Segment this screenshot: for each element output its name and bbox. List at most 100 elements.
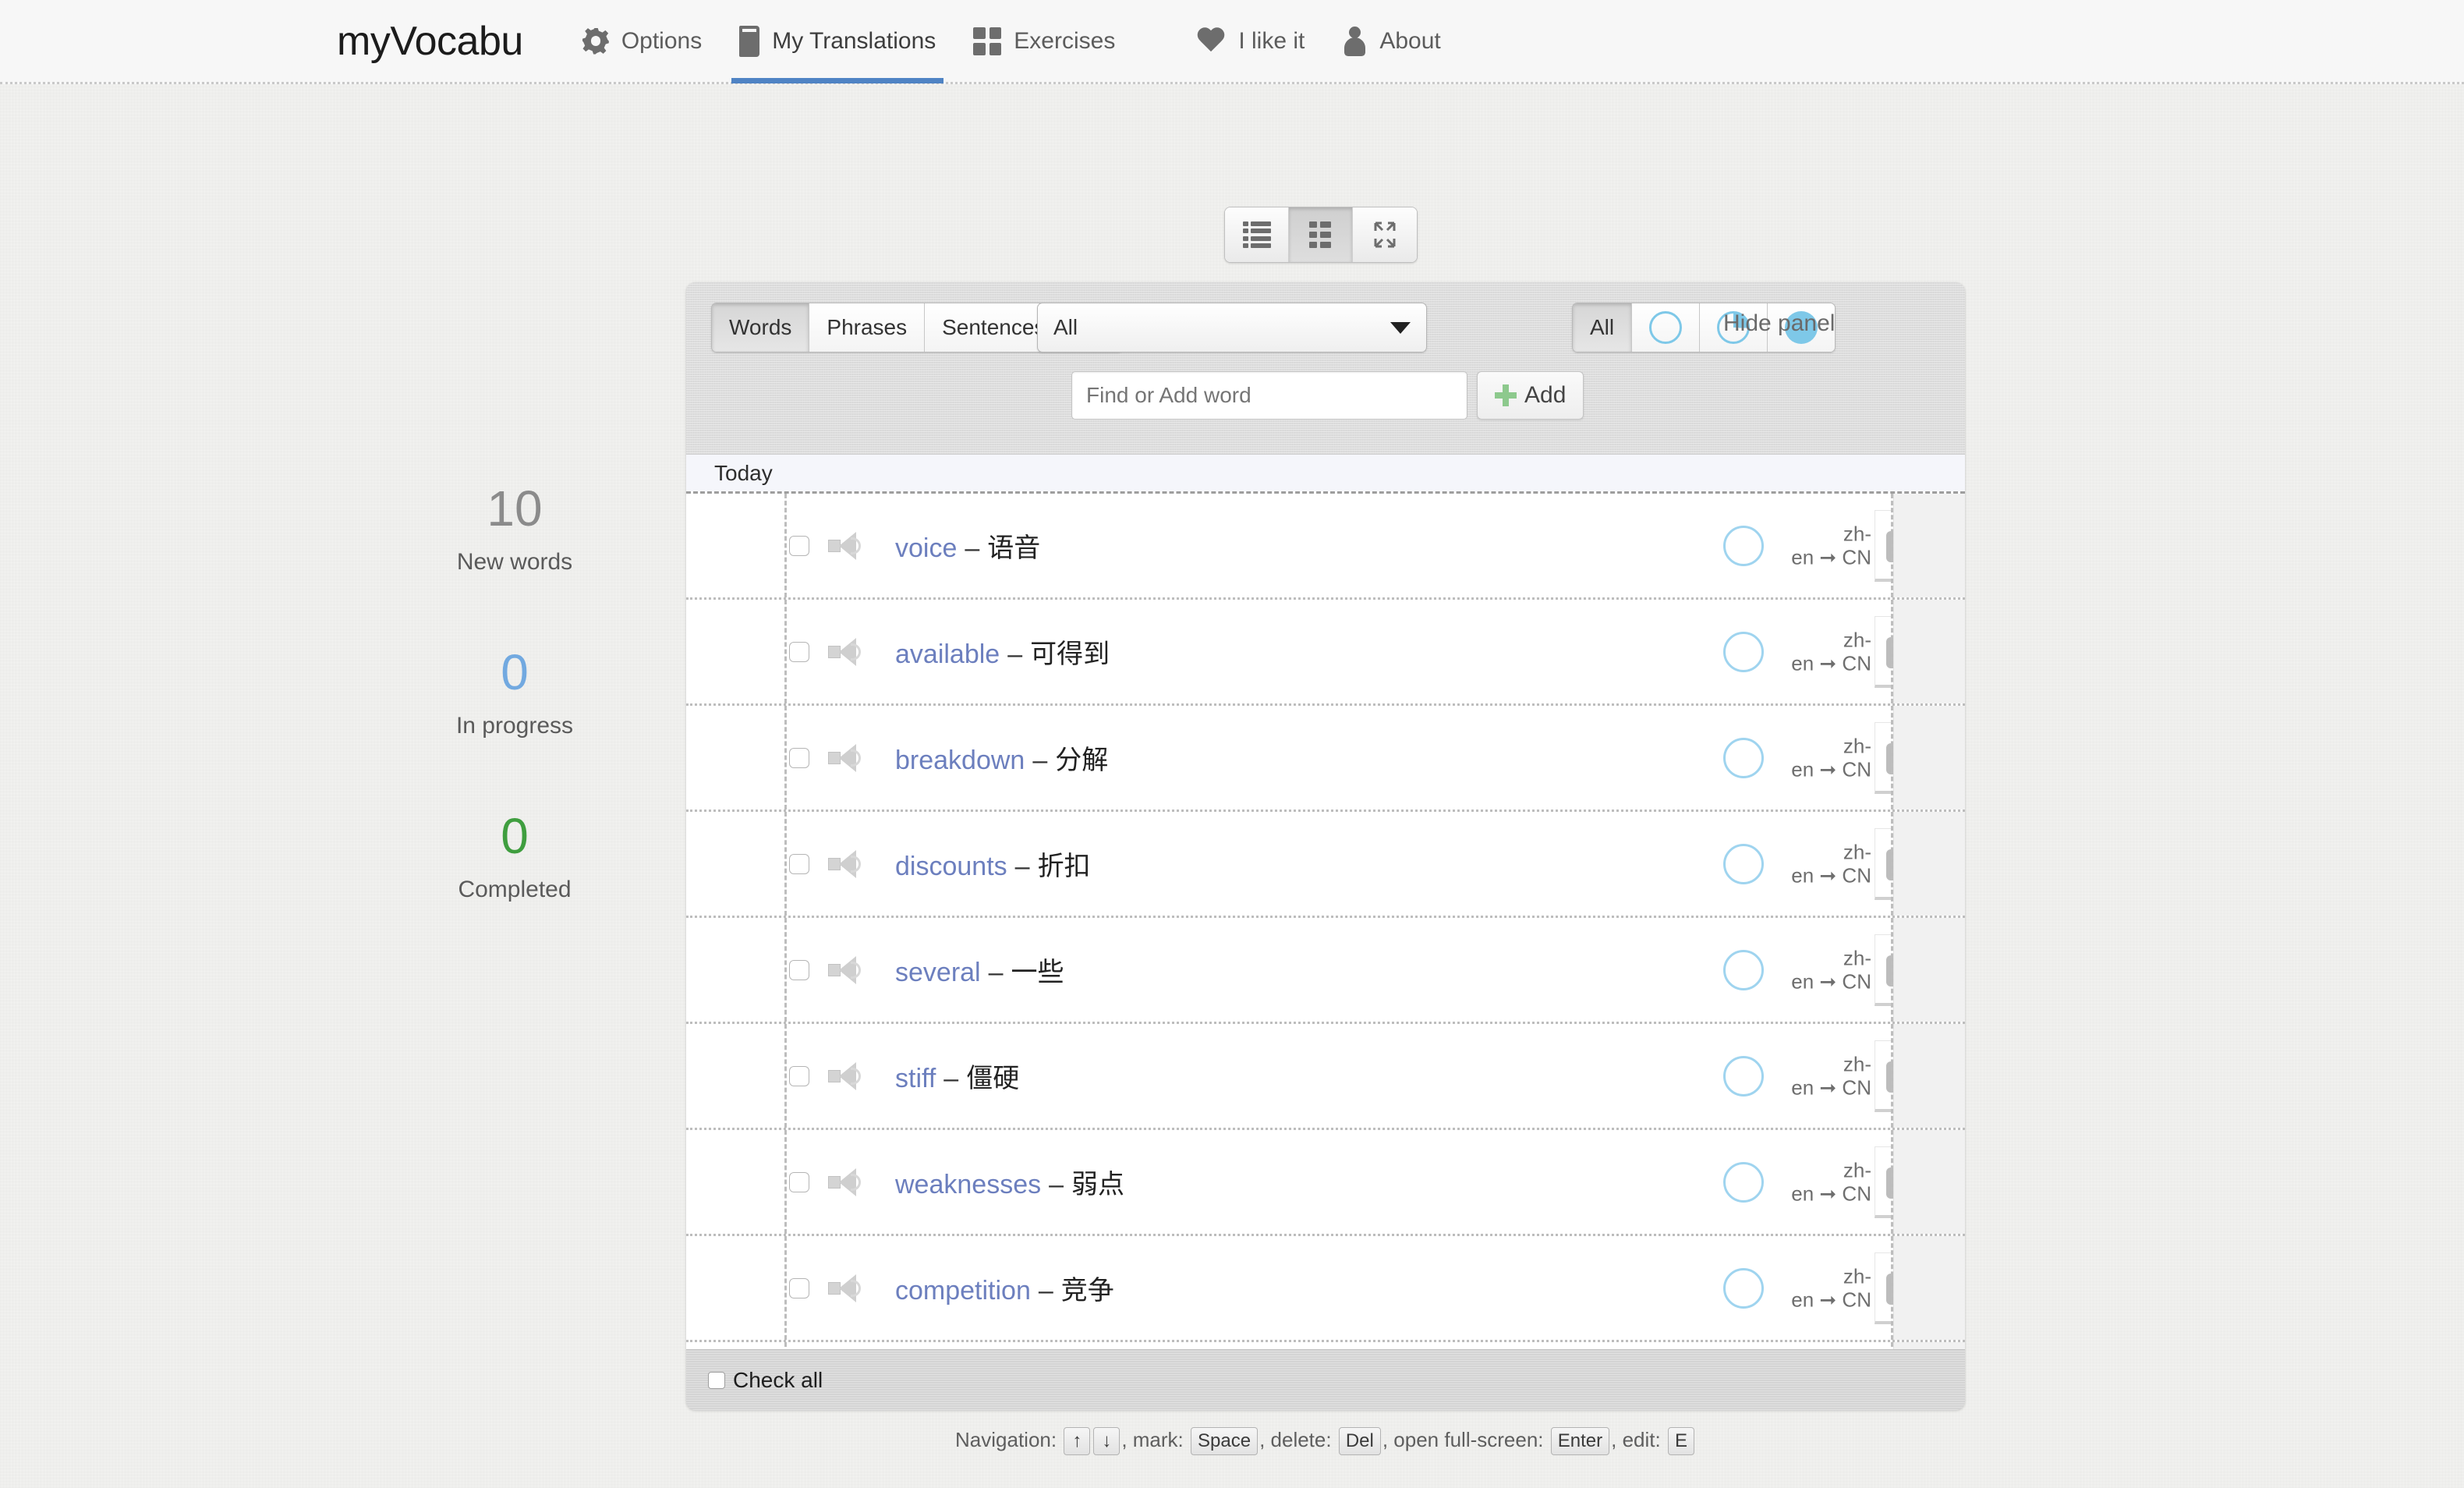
row-checkbox[interactable] — [789, 1277, 809, 1298]
row-progress-circle[interactable] — [1723, 525, 1764, 566]
key-arrow-up[interactable]: ↑ — [1064, 1427, 1091, 1455]
speaker-icon[interactable] — [828, 530, 862, 562]
row-word[interactable]: available — [895, 639, 1000, 670]
row-progress-circle[interactable] — [1723, 631, 1764, 672]
row-lang-from: zh- — [1843, 733, 1871, 757]
table-row[interactable] — [686, 1342, 1965, 1349]
row-checkbox[interactable] — [789, 959, 809, 980]
row-progress-circle[interactable] — [1723, 949, 1764, 990]
status-filter-new[interactable] — [1632, 303, 1701, 352]
speaker-icon[interactable] — [828, 955, 862, 986]
table-row[interactable]: discounts – 折扣 zh-en ➞ CN — [686, 812, 1965, 918]
row-checkbox[interactable] — [789, 1065, 809, 1086]
row-word[interactable]: several — [895, 958, 981, 988]
row-word-group: stiff – 僵硬 — [895, 1057, 1019, 1095]
table-row[interactable]: several – 一些 zh-en ➞ CN — [686, 918, 1965, 1024]
row-lang-from: zh- — [1843, 627, 1871, 651]
search-input[interactable] — [1071, 371, 1467, 420]
row-lang-pair-line: en ➞ CN — [1791, 1075, 1871, 1100]
list-view-icon — [1242, 221, 1271, 248]
row-word[interactable]: discounts — [895, 852, 1007, 882]
row-word[interactable]: weaknesses — [895, 1170, 1041, 1200]
status-filter-all[interactable]: All — [1573, 303, 1633, 352]
nav-item-exercises[interactable]: Exercises — [954, 0, 1134, 83]
row-progress-circle[interactable] — [1723, 1267, 1764, 1309]
app-brand[interactable]: myVocabu — [337, 18, 523, 65]
stat-value: 10 — [487, 480, 543, 537]
speaker-icon[interactable] — [828, 636, 862, 668]
row-lang-pair-line: en ➞ CN — [1791, 651, 1871, 675]
grid-icon — [973, 27, 1002, 55]
speaker-icon[interactable] — [828, 1061, 862, 1092]
nav-item-label: Exercises — [1014, 27, 1116, 54]
row-checkbox[interactable] — [789, 1171, 809, 1192]
table-row[interactable]: available – 可得到 zh-en ➞ CN — [686, 600, 1965, 706]
row-dash: – — [965, 533, 980, 563]
nav-item-options[interactable]: Options — [564, 0, 720, 83]
row-progress-circle[interactable] — [1723, 1055, 1764, 1097]
row-translation: 语音 — [987, 533, 1041, 563]
row-word[interactable]: voice — [895, 533, 957, 564]
stat-value: 0 — [501, 644, 529, 700]
table-row[interactable]: stiff – 僵硬 zh-en ➞ CN — [686, 1024, 1965, 1130]
translations-panel: Words Phrases Sentences All All All — [686, 282, 1965, 1410]
speaker-icon[interactable] — [828, 849, 862, 880]
table-row[interactable]: voice – 语音 zh-en ➞ CN — [686, 494, 1965, 600]
check-all-bar: Check all — [686, 1349, 1965, 1410]
add-button[interactable]: Add — [1477, 371, 1584, 420]
nav-item-my-translations[interactable]: My Translations — [720, 0, 954, 83]
row-progress-circle[interactable] — [1723, 1161, 1764, 1203]
table-row[interactable]: weaknesses – 弱点 zh-en ➞ CN — [686, 1130, 1965, 1236]
row-word-group: available – 可得到 — [895, 632, 1110, 671]
row-progress-circle[interactable] — [1723, 843, 1764, 884]
row-language-pair: zh-en ➞ CN — [1778, 522, 1871, 569]
stat-in-progress: 0 In progress — [382, 647, 647, 739]
row-word-group: voice – 语音 — [895, 526, 1040, 565]
row-checkbox[interactable] — [789, 641, 809, 662]
row-word[interactable]: competition — [895, 1276, 1031, 1306]
key-space[interactable]: Space — [1191, 1427, 1259, 1455]
key-arrow-down[interactable]: ↓ — [1093, 1427, 1120, 1455]
row-gutter — [1893, 1236, 1965, 1340]
row-language-pair: zh-en ➞ CN — [1778, 1158, 1871, 1206]
language-select-value: All — [1053, 315, 1078, 339]
row-translation: 分解 — [1055, 746, 1109, 775]
view-mode-toggle[interactable] — [1224, 207, 1418, 263]
key-enter[interactable]: Enter — [1550, 1427, 1610, 1455]
row-language-pair: zh-en ➞ CN — [1778, 734, 1871, 781]
table-row[interactable]: breakdown – 分解 zh-en ➞ CN — [686, 706, 1965, 812]
row-checkbox[interactable] — [789, 535, 809, 556]
hide-panel-link[interactable]: Hide panel — [1723, 310, 1835, 337]
speaker-icon[interactable] — [828, 1167, 862, 1198]
row-checkbox[interactable] — [789, 853, 809, 874]
row-translation: 一些 — [1011, 958, 1064, 987]
check-all-checkbox[interactable] — [708, 1371, 725, 1389]
table-row[interactable]: competition – 竞争 zh-en ➞ CN — [686, 1236, 1965, 1342]
row-word[interactable]: breakdown — [895, 746, 1025, 776]
row-language-pair: zh-en ➞ CN — [1778, 1264, 1871, 1312]
row-gutter — [1893, 1130, 1965, 1234]
speaker-icon[interactable] — [828, 742, 862, 774]
language-select[interactable]: All — [1037, 303, 1427, 353]
hint-edit-label: , edit: — [1611, 1427, 1661, 1451]
view-list-button[interactable] — [1225, 207, 1289, 262]
row-progress-circle[interactable] — [1723, 737, 1764, 778]
speaker-icon[interactable] — [828, 1273, 862, 1304]
circle-empty-icon — [1649, 311, 1683, 344]
row-translation: 可得到 — [1030, 639, 1110, 669]
type-filter-words[interactable]: Words — [712, 303, 810, 352]
key-e[interactable]: E — [1667, 1427, 1694, 1455]
row-checkbox[interactable] — [789, 747, 809, 768]
key-del[interactable]: Del — [1338, 1427, 1381, 1455]
view-fullscreen-button[interactable] — [1353, 207, 1417, 262]
view-card-button[interactable] — [1289, 207, 1353, 262]
row-word-group: several – 一些 — [895, 951, 1064, 989]
row-lang-from: zh- — [1843, 1051, 1871, 1075]
nav-item-about[interactable]: About — [1323, 0, 1459, 83]
stat-completed: 0 Completed — [382, 811, 647, 903]
nav-item-i-like-it[interactable]: I like it — [1179, 0, 1323, 83]
row-lang-pair-line: en ➞ CN — [1791, 863, 1871, 887]
row-word[interactable]: stiff — [895, 1064, 936, 1094]
stats-sidebar: 10 New words 0 In progress 0 Completed — [382, 484, 647, 903]
type-filter-phrases[interactable]: Phrases — [809, 303, 926, 352]
